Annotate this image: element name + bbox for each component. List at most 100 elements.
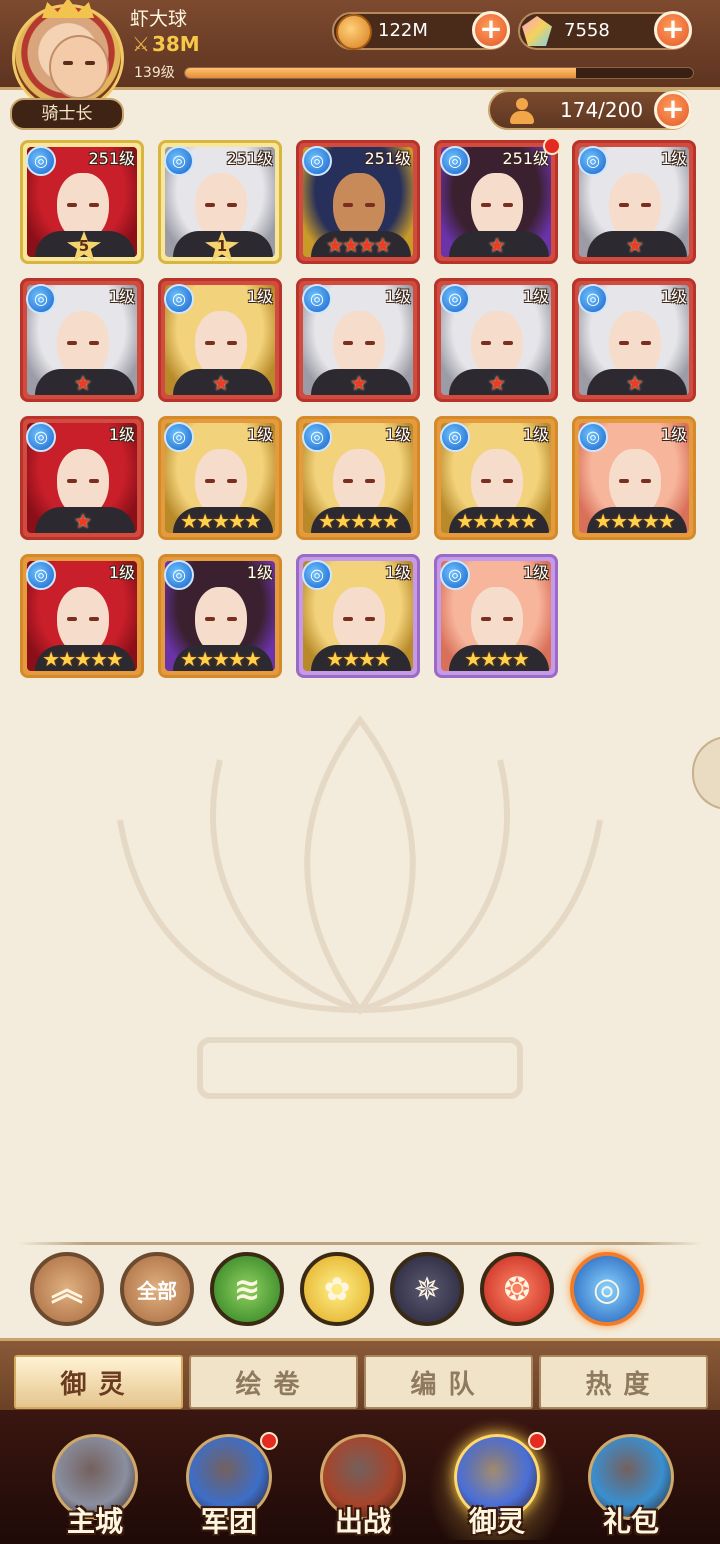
- hero-stars: ★★★★★: [318, 509, 400, 533]
- collapse-filter[interactable]: ︽: [30, 1252, 104, 1326]
- combat-power: ⚔ 38M: [132, 32, 200, 56]
- tab-0[interactable]: 御灵: [14, 1355, 183, 1409]
- hero-card[interactable]: ◎ 251级 5: [20, 140, 144, 264]
- roster-capacity: 174/200 +: [488, 90, 692, 130]
- element-filter-bar: ︽ 全部 ≋ ✿ ✵ ❂ ◎: [30, 1252, 690, 1328]
- hero-card[interactable]: ◎ 1级 ★: [20, 278, 144, 402]
- hero-level: 1级: [522, 563, 549, 582]
- hero-level: 1级: [522, 287, 549, 306]
- filter-water-icon[interactable]: ◎: [570, 1252, 644, 1326]
- hero-stars: ★: [350, 371, 368, 395]
- tab-2[interactable]: 编队: [364, 1355, 533, 1409]
- hero-level: 1级: [660, 287, 687, 306]
- hero-stars: ★★★★★: [594, 509, 676, 533]
- hero-card[interactable]: ◎ 1级 ★: [296, 278, 420, 402]
- nav-gift-pack[interactable]: 礼包: [566, 1430, 696, 1544]
- hero-card[interactable]: ◎ 1级 ★★★★★: [20, 554, 144, 678]
- hero-card[interactable]: ◎ 1级 ★★★★★: [572, 416, 696, 540]
- filter-dark-icon[interactable]: ✵: [390, 1252, 464, 1326]
- nav-spirits[interactable]: 御灵: [428, 1416, 566, 1544]
- gem-icon: [522, 16, 552, 46]
- hero-level: 1级: [660, 149, 687, 168]
- hero-level: 1级: [384, 563, 411, 582]
- hero-stars: ★★★★★: [180, 647, 262, 671]
- add-gems-button[interactable]: +: [654, 11, 692, 49]
- hero-card[interactable]: ◎ 1级 ★★★★★: [296, 416, 420, 540]
- rank-title: 骑士长: [10, 98, 124, 130]
- hero-card[interactable]: ◎ 1级 ★★★★★: [434, 416, 558, 540]
- avatar[interactable]: [12, 4, 124, 112]
- water-element-icon: ◎: [578, 146, 608, 176]
- nav-label: 主城: [66, 1505, 123, 1538]
- hero-card[interactable]: ◎ 1级 ★★★★: [434, 554, 558, 678]
- water-element-icon: ◎: [440, 146, 470, 176]
- filter-light-icon[interactable]: ✿: [300, 1252, 374, 1326]
- water-element-icon: ◎: [578, 422, 608, 452]
- combat-power-value: 38M: [151, 32, 200, 56]
- filter-fire-icon: ❂: [503, 1270, 531, 1308]
- filter-all[interactable]: 全部: [120, 1252, 194, 1326]
- hero-stars: ★: [74, 509, 92, 533]
- water-element-icon: ◎: [440, 422, 470, 452]
- add-coins-button[interactable]: +: [472, 11, 510, 49]
- filter-wind-icon[interactable]: ≋: [210, 1252, 284, 1326]
- hero-stars: ★★★★★: [180, 509, 262, 533]
- nav-battle[interactable]: 出战: [298, 1430, 428, 1544]
- hero-card[interactable]: ◎ 1级 ★: [572, 278, 696, 402]
- hero-grid: ◎ 251级 5 ◎ 251级 1 ◎ 251级 ★★★★ ◎ 251级 ★ ◎ 1级 ★ ◎ 1级 ★ ◎ 1级 ★ ◎…: [20, 137, 700, 678]
- hero-stars: ★: [626, 233, 644, 257]
- hero-card[interactable]: ◎ 1级 ★: [434, 278, 558, 402]
- hero-card[interactable]: ◎ 1级 ★: [20, 416, 144, 540]
- water-element-icon: ◎: [578, 284, 608, 314]
- water-element-icon: ◎: [440, 284, 470, 314]
- bottom-navigation: 主城 军团 出战 御灵 礼包: [0, 1410, 720, 1544]
- player-name: 虾大球: [130, 8, 188, 30]
- exp-bar: [184, 67, 694, 79]
- filter-fire-icon[interactable]: ❂: [480, 1252, 554, 1326]
- hero-card[interactable]: ◎ 251级 ★: [434, 137, 561, 264]
- person-icon: [508, 98, 536, 124]
- hero-card[interactable]: ◎ 1级 ★: [572, 140, 696, 264]
- hero-level: 1级: [384, 287, 411, 306]
- avatar-face: [49, 35, 109, 99]
- water-element-icon: ◎: [164, 284, 194, 314]
- hero-level: 251级: [502, 149, 549, 168]
- exp-bar-fill: [185, 68, 577, 78]
- coin-value: 122M: [378, 20, 428, 41]
- water-element-icon: ◎: [164, 422, 194, 452]
- tab-3[interactable]: 热度: [539, 1355, 708, 1409]
- hero-level: 251级: [88, 149, 135, 168]
- expand-roster-button[interactable]: +: [654, 91, 692, 129]
- water-element-icon: ◎: [26, 146, 56, 176]
- hero-card[interactable]: ◎ 251级 1: [158, 140, 282, 264]
- nav-legion[interactable]: 军团: [164, 1430, 294, 1544]
- nav-label: 出战: [334, 1505, 391, 1538]
- hero-card[interactable]: ◎ 251级 ★★★★: [296, 140, 420, 264]
- section-tabs: 御灵 绘卷 编队 热度: [14, 1355, 708, 1409]
- water-element-icon: ◎: [302, 284, 332, 314]
- water-element-icon: ◎: [302, 560, 332, 590]
- nav-main-city[interactable]: 主城: [30, 1430, 160, 1544]
- coin-icon: [336, 14, 372, 50]
- player-avatar[interactable]: 骑士长: [4, 0, 132, 132]
- filter-light-icon: ✿: [323, 1270, 351, 1308]
- divider: [18, 1242, 702, 1245]
- tab-1[interactable]: 绘卷: [189, 1355, 358, 1409]
- gem-counter: 7558 +: [518, 11, 692, 50]
- hero-card[interactable]: ◎ 1级 ★: [158, 278, 282, 402]
- side-drawer-tab[interactable]: [692, 736, 720, 810]
- water-element-icon: ◎: [26, 560, 56, 590]
- hero-card[interactable]: ◎ 1级 ★★★★: [296, 554, 420, 678]
- hero-card[interactable]: ◎ 1级 ★★★★★: [158, 416, 282, 540]
- hero-level: 1级: [108, 563, 135, 582]
- notification-dot: [528, 1432, 546, 1450]
- water-element-icon: ◎: [302, 422, 332, 452]
- gem-value: 7558: [564, 20, 610, 41]
- hero-level: 1级: [108, 425, 135, 444]
- hero-card[interactable]: ◎ 1级 ★★★★★: [158, 554, 282, 678]
- hero-level: 251级: [226, 149, 273, 168]
- hero-level: 1级: [660, 425, 687, 444]
- hero-stars: ★★★★: [464, 647, 530, 671]
- player-level: 139级: [134, 65, 175, 81]
- hero-stars: ★: [212, 371, 230, 395]
